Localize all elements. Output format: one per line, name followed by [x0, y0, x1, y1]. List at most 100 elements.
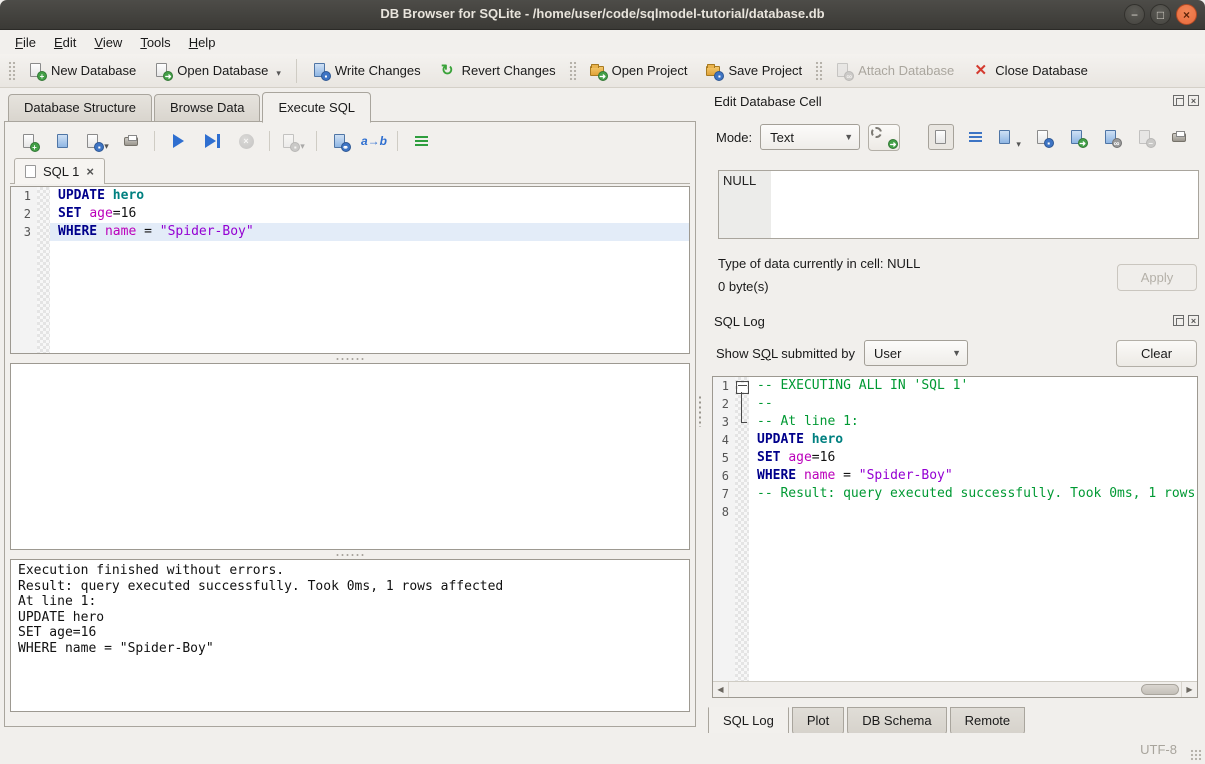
submitted-by-select[interactable]: User▼	[864, 340, 968, 366]
revert-changes-button[interactable]: ↻ Revert Changes	[430, 57, 565, 84]
scroll-left-icon[interactable]: ◀	[713, 682, 729, 697]
minimize-button[interactable]: −	[1124, 4, 1145, 25]
code-line: 8	[713, 503, 1197, 521]
main-tabbar: Database Structure Browse Data Execute S…	[8, 94, 373, 122]
log-horizontal-scrollbar[interactable]: ◀ ▶	[713, 681, 1197, 697]
sql-log-view[interactable]: 1-- EXECUTING ALL IN 'SQL 1'2--3-- At li…	[712, 376, 1198, 698]
close-button[interactable]: ×	[1176, 4, 1197, 25]
sql-editor-toolbar: ▾ × ▾ a→b	[10, 126, 690, 156]
import-data-button[interactable]: ▾	[996, 124, 1022, 150]
editor-results-splitter[interactable]	[10, 354, 690, 363]
code-line: 7-- Result: query executed successfully.…	[713, 485, 1197, 503]
tab-browse-data[interactable]: Browse Data	[154, 94, 260, 122]
save-sql-file-button[interactable]: ▾	[86, 130, 108, 152]
save-results-button: ▾	[282, 130, 304, 152]
titlebar[interactable]: DB Browser for SQLite - /home/user/code/…	[0, 0, 1205, 30]
tab-database-structure[interactable]: Database Structure	[8, 94, 152, 122]
save-project-icon	[705, 62, 722, 79]
cell-type-info: Type of data currently in cell: NULL	[718, 256, 920, 271]
menu-view[interactable]: View	[85, 32, 131, 53]
auto-switch-mode-button[interactable]	[868, 124, 900, 151]
close-database-button[interactable]: ✕ Close Database	[963, 57, 1097, 84]
cell-size-info: 0 byte(s)	[718, 279, 769, 294]
cell-mode-row: Mode: Text▼ ▾	[716, 122, 1201, 152]
results-log-splitter[interactable]	[10, 550, 690, 559]
results-grid[interactable]	[10, 363, 690, 550]
menubar: File Edit View Tools Help	[0, 30, 1205, 54]
maximize-button[interactable]: □	[1150, 4, 1171, 25]
apply-button: Apply	[1117, 264, 1197, 291]
sql-editor[interactable]: 1UPDATE hero2SET age=163WHERE name = "Sp…	[10, 186, 690, 354]
open-project-button[interactable]: Open Project	[580, 57, 697, 84]
open-database-dropdown-icon[interactable]: ▾	[276, 68, 281, 79]
mode-label: Mode:	[716, 130, 752, 145]
copy-link-button[interactable]	[1098, 124, 1124, 150]
stop-execution-button: ×	[235, 130, 257, 152]
open-sql-file-button[interactable]	[52, 130, 74, 152]
write-changes-button[interactable]: Write Changes	[303, 57, 430, 84]
encoding-indicator[interactable]: UTF-8	[1140, 742, 1177, 757]
menu-file[interactable]: File	[6, 32, 45, 53]
execution-message-log[interactable]: Execution finished without errors. Resul…	[10, 559, 690, 712]
sql-log-code: 1-- EXECUTING ALL IN 'SQL 1'2--3-- At li…	[713, 377, 1197, 521]
menu-help[interactable]: Help	[180, 32, 225, 53]
menu-edit[interactable]: Edit	[45, 32, 85, 53]
chevron-down-icon: ▼	[844, 132, 853, 142]
chevron-down-icon: ▼	[952, 348, 961, 358]
toolbar-separator	[397, 131, 398, 151]
cell-value-editor[interactable]: NULL	[718, 170, 1199, 239]
close-tab-icon[interactable]: ×	[86, 165, 94, 178]
clear-log-button[interactable]: Clear	[1116, 340, 1197, 367]
panel-splitter[interactable]	[696, 88, 704, 733]
float-panel-icon[interactable]	[1173, 315, 1184, 326]
tab-db-schema[interactable]: DB Schema	[847, 707, 946, 735]
code-line: 3-- At line 1:	[713, 413, 1197, 431]
open-database-button[interactable]: Open Database ▾	[145, 57, 290, 84]
mode-select[interactable]: Text▼	[760, 124, 860, 150]
sql-tab-label: SQL 1	[43, 164, 79, 179]
execute-sql-pane: ▾ × ▾ a→b	[4, 121, 696, 727]
tab-remote[interactable]: Remote	[950, 707, 1026, 735]
new-database-button[interactable]: New Database	[19, 57, 145, 84]
scrollbar-thumb[interactable]	[1141, 684, 1179, 695]
tab-plot[interactable]: Plot	[792, 707, 844, 735]
toolbar-grip[interactable]	[814, 60, 823, 82]
scroll-right-icon[interactable]: ▶	[1181, 682, 1197, 697]
word-wrap-button[interactable]	[962, 124, 988, 150]
edit-cell-dock-icons: ×	[1173, 95, 1199, 106]
new-sql-tab-button[interactable]	[18, 130, 40, 152]
sql-1-tab[interactable]: SQL 1 ×	[14, 158, 105, 184]
find-replace-button[interactable]: a→b	[363, 130, 385, 152]
filter-label: Show SQL submitted by	[716, 346, 855, 361]
float-panel-icon[interactable]	[1173, 95, 1184, 106]
close-panel-icon[interactable]: ×	[1188, 95, 1199, 106]
toolbar-grip[interactable]	[7, 60, 16, 82]
save-project-button[interactable]: Save Project	[696, 57, 811, 84]
code-line: 3WHERE name = "Spider-Boy"	[11, 223, 689, 241]
text-mode-button[interactable]	[928, 124, 954, 150]
close-database-icon: ✕	[972, 62, 989, 79]
main-area: Database Structure Browse Data Execute S…	[0, 88, 1205, 733]
execute-all-button[interactable]	[167, 130, 189, 152]
revert-changes-icon: ↻	[439, 62, 456, 79]
print-button[interactable]	[120, 130, 142, 152]
cell-toolbar: ▾	[928, 124, 1192, 150]
code-line: 6WHERE name = "Spider-Boy"	[713, 467, 1197, 485]
sql-code[interactable]: 1UPDATE hero2SET age=163WHERE name = "Sp…	[11, 187, 689, 241]
new-database-icon	[28, 62, 45, 79]
toolbar-grip[interactable]	[568, 60, 577, 82]
close-panel-icon[interactable]: ×	[1188, 315, 1199, 326]
export-data-button[interactable]	[1030, 124, 1056, 150]
open-in-external-button[interactable]	[1064, 124, 1090, 150]
menu-tools[interactable]: Tools	[131, 32, 179, 53]
tab-execute-sql[interactable]: Execute SQL	[262, 92, 371, 123]
window-controls: − □ ×	[1124, 4, 1197, 25]
open-project-icon	[589, 62, 606, 79]
open-database-icon	[154, 62, 171, 79]
resize-grip[interactable]	[1190, 749, 1202, 761]
window-title: DB Browser for SQLite - /home/user/code/…	[0, 6, 1205, 21]
find-button[interactable]	[329, 130, 351, 152]
print-cell-button[interactable]	[1166, 124, 1192, 150]
execute-current-line-button[interactable]	[201, 130, 223, 152]
auto-format-button[interactable]	[410, 130, 432, 152]
